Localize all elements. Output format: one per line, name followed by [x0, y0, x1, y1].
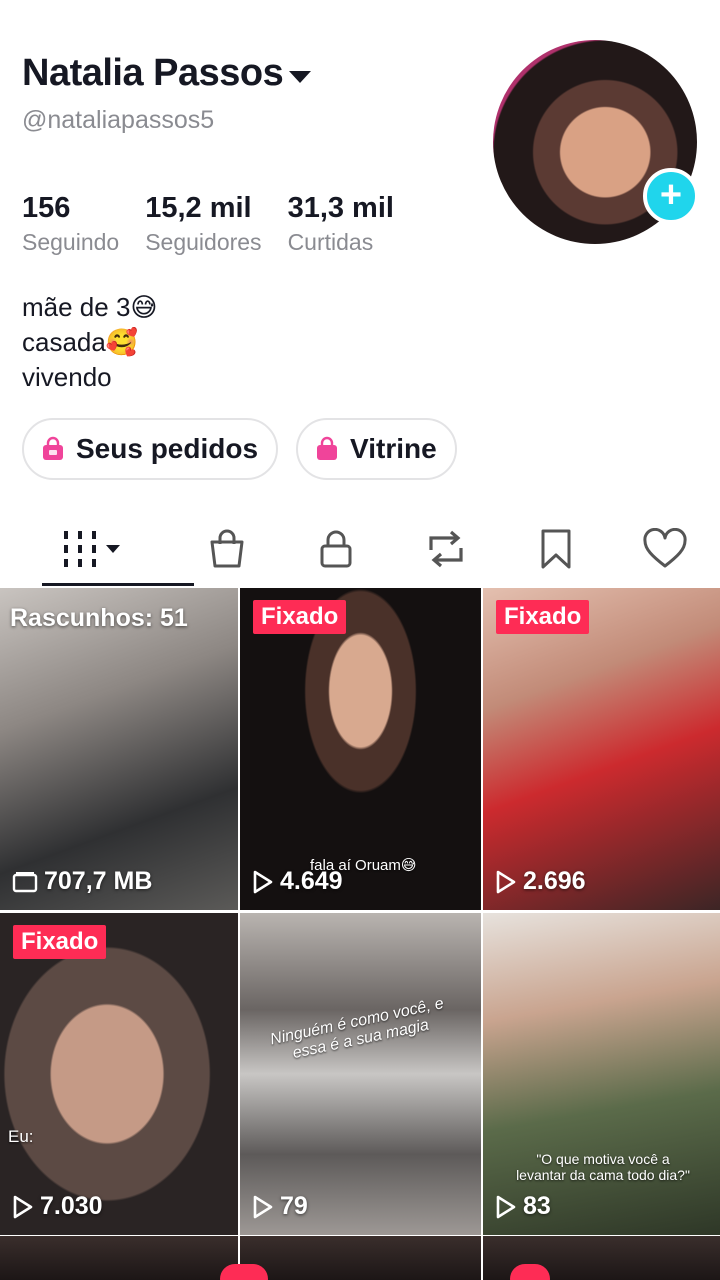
tab-liked[interactable]	[610, 510, 720, 588]
bio-line: mãe de 3😅	[22, 292, 158, 322]
video-thumbnail[interactable]: Fixado fala aí Oruam😅 4.649	[240, 588, 481, 910]
video-caption: Ninguém é como você, e essa é a sua magi…	[268, 994, 446, 1063]
view-count: 79	[252, 1192, 308, 1221]
video-thumbnail[interactable]: Rascunhos: 51 707,7 MB	[0, 588, 238, 910]
view-count: 4.649	[252, 867, 343, 896]
video-thumbnail[interactable]	[0, 1236, 238, 1280]
play-icon	[13, 1195, 33, 1218]
play-icon	[253, 1195, 273, 1218]
view-count: 83	[495, 1192, 551, 1221]
orders-button[interactable]: Seus pedidos	[22, 418, 279, 480]
video-thumbnail[interactable]	[240, 1236, 481, 1280]
pinned-badge: Fixado	[13, 925, 107, 959]
tab-shop[interactable]	[172, 510, 282, 588]
video-caption: "O que motiva você a levantar da cama to…	[516, 1151, 690, 1183]
showcase-button[interactable]: Vitrine	[296, 418, 457, 480]
view-count-value: 7.030	[40, 1192, 103, 1220]
view-count-value: 83	[523, 1192, 551, 1220]
tab-private[interactable]	[281, 510, 391, 588]
profile-bio: mãe de 3😅 casada🥰 vivendo	[22, 290, 158, 395]
inbox-notification-badge	[220, 1264, 268, 1280]
play-icon	[496, 870, 516, 893]
stat-followers[interactable]: 15,2 mil Seguidores	[145, 192, 261, 256]
stat-following-label: Seguindo	[22, 229, 120, 255]
tab-favorites[interactable]	[501, 510, 611, 588]
tab-reposts[interactable]	[391, 510, 501, 588]
bio-line: vivendo	[22, 362, 112, 392]
videos-grid-icon	[64, 531, 120, 567]
lock-icon	[320, 530, 352, 568]
video-thumbnail[interactable]: "O que motiva você a levantar da cama to…	[483, 913, 720, 1235]
storage-icon	[12, 871, 38, 892]
video-grid-next-row	[0, 1236, 720, 1280]
stat-following-value: 156	[22, 192, 71, 224]
stat-followers-value: 15,2 mil	[145, 192, 252, 224]
showcase-button-label: Vitrine	[350, 433, 437, 464]
drafts-size-value: 707,7 MB	[44, 867, 153, 895]
shop-bag-icon	[210, 529, 243, 568]
view-count-value: 4.649	[280, 867, 343, 895]
profile-notification-badge	[510, 1264, 550, 1280]
stat-likes-label: Curtidas	[287, 229, 374, 255]
stat-followers-label: Seguidores	[145, 229, 262, 255]
tab-videos[interactable]	[0, 510, 194, 588]
video-thumbnail[interactable]: Fixado Eu: 7.030	[0, 913, 238, 1235]
stat-likes-value: 31,3 mil	[287, 192, 394, 224]
bookmark-icon	[541, 529, 571, 569]
view-count: 2.696	[495, 867, 586, 896]
play-icon	[253, 870, 273, 893]
video-thumbnail[interactable]: Ninguém é como você, e essa é a sua magi…	[240, 913, 481, 1235]
shopping-bag-icon	[43, 436, 63, 460]
view-count-value: 79	[280, 1192, 308, 1220]
stat-likes[interactable]: 31,3 mil Curtidas	[288, 192, 394, 256]
video-grid: Rascunhos: 51 707,7 MB Fixado fala aí Or…	[0, 588, 720, 1235]
profile-name: Natalia Passos	[22, 52, 284, 94]
video-thumbnail[interactable]: Fixado 2.696	[483, 588, 720, 910]
profile-actions: Seus pedidos Vitrine	[22, 418, 457, 480]
avatar[interactable]: +	[493, 40, 699, 244]
profile-handle: @nataliapassos5	[22, 106, 215, 134]
chevron-down-icon[interactable]	[289, 70, 312, 83]
play-icon	[496, 1195, 516, 1218]
profile-tabs	[0, 510, 720, 588]
bio-line: casada🥰	[22, 327, 139, 357]
drafts-size: 707,7 MB	[12, 867, 152, 896]
video-caption: Eu:	[8, 1127, 34, 1146]
pinned-badge: Fixado	[496, 600, 590, 634]
view-count: 7.030	[12, 1192, 103, 1221]
profile-stats: 156 Seguindo 15,2 mil Seguidores 31,3 mi…	[22, 192, 420, 256]
heart-icon	[643, 528, 687, 568]
add-story-plus-icon[interactable]: +	[643, 168, 699, 224]
repost-icon	[429, 530, 463, 568]
view-count-value: 2.696	[523, 867, 586, 895]
shopping-bag-icon	[317, 436, 338, 460]
profile-name-switcher[interactable]: Natalia Passos	[22, 52, 312, 95]
pinned-badge: Fixado	[253, 600, 347, 634]
drafts-label: Rascunhos: 51	[10, 604, 188, 632]
stat-following[interactable]: 156 Seguindo	[22, 192, 119, 256]
orders-button-label: Seus pedidos	[76, 433, 259, 464]
